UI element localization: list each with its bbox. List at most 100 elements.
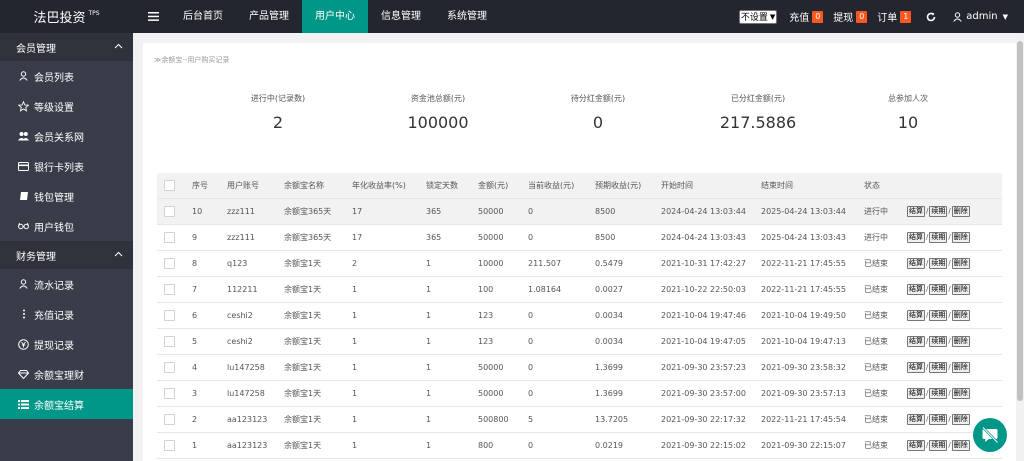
renew-button[interactable]: 续期 [929,439,948,451]
yen-icon [18,338,29,350]
settle-button[interactable]: 结算 [907,413,925,425]
sidebar-item-yuebao-finance[interactable]: 余额宝理财 [0,359,133,389]
page-scrollbar[interactable] [1016,33,1024,461]
sidebar-item-yuebao-settlement[interactable]: 余额宝结算 [0,389,133,419]
sidebar-item-bank-cards[interactable]: 银行卡列表 [0,151,133,181]
delete-button[interactable]: 删除 [951,361,970,373]
cell-status: 进行中 [857,198,900,225]
row-checkbox[interactable] [164,257,175,269]
renew-button[interactable]: 续期 [929,413,948,425]
cell-end-time: 2022-11-21 17:45:54 [754,406,857,433]
settle-button[interactable]: 结算 [907,387,925,399]
renew-button[interactable]: 续期 [929,309,948,321]
star-icon [18,100,29,112]
row-select-cell [157,432,185,459]
renew-button[interactable]: 续期 [929,283,948,295]
renew-button[interactable]: 续期 [929,361,948,373]
delete-button[interactable]: 删除 [951,205,970,217]
table-row[interactable]: 2 aa123123 余额宝1天 1 1 500800 5 13.7205 2021-09-30… [157,406,1002,433]
voice-select[interactable]: 不设置 ▼ [738,9,778,24]
stat-label: 已分红金额(元) [730,94,786,103]
cell-amount: 10000 [471,250,521,277]
renew-button[interactable]: 续期 [929,335,948,347]
cell-start-time: 2024-04-24 13:03:43 [654,224,754,251]
cell-lock-days: 365 [419,224,471,251]
row-checkbox[interactable] [164,413,175,425]
row-checkbox[interactable] [164,387,175,399]
row-checkbox[interactable] [164,283,175,295]
delete-button[interactable]: 删除 [951,439,970,451]
table-row[interactable]: 9 zzz111 余额宝365天 17 365 50000 0 8500 2024-04-24 … [157,224,1002,251]
renew-button[interactable]: 续期 [929,257,948,269]
cell-product: 余额宝1天 [277,276,345,303]
nav-info[interactable]: 信息管理 [368,0,434,33]
delete-button[interactable]: 删除 [951,309,970,321]
sidebar-item-member-network[interactable]: 会员关系网 [0,121,133,151]
sidebar-item-withdraw-records[interactable]: 提现记录 [0,329,133,359]
nav-system[interactable]: 系统管理 [434,0,500,33]
settle-button[interactable]: 结算 [907,257,925,269]
user-menu[interactable]: admin ▼ [953,11,1008,22]
table-row[interactable]: 1 aa123123 余额宝1天 1 1 800 0 0.0219 2021-09-30 22:… [157,432,1002,459]
table-row[interactable]: 4 lu147258 余额宝1天 1 1 50000 0 1.3699 2021-09-30 2… [157,354,1002,381]
scrollbar-thumb[interactable] [1017,41,1023,401]
cell-rate: 1 [345,380,419,407]
sidebar-group-finance[interactable]: 财务管理 [0,241,133,269]
renew-button[interactable]: 续期 [929,231,948,243]
sidebar-item-level-settings[interactable]: 等级设置 [0,91,133,121]
nav-home[interactable]: 后台首页 [170,0,236,33]
sidebar-item-user-wallet[interactable]: 用户钱包 [0,211,133,241]
sidebar-item-member-list[interactable]: 会员列表 [0,61,133,91]
settle-button[interactable]: 结算 [907,335,925,347]
table-row[interactable]: 3 lu147258 余额宝1天 1 1 50000 0 1.3699 2021-09-30 2… [157,380,1002,407]
nav-products[interactable]: 产品管理 [236,0,302,33]
content-card: ≫余额宝--用户购买记录 进行中(记录数) 2 资金池总额(元) 100000 … [143,43,1016,461]
sidebar-item-recharge-records[interactable]: 充值记录 [0,299,133,329]
refresh-icon[interactable] [921,0,941,33]
settle-button[interactable]: 结算 [907,205,925,217]
sidebar-group-members[interactable]: 会员管理 [0,33,133,61]
row-checkbox[interactable] [164,335,175,347]
recharge-link[interactable]: 充值 0 [789,9,824,24]
menu-toggle-icon[interactable] [140,0,166,33]
logo[interactable]: 法巴投资 TPS [0,0,133,33]
records-table: 序号 用户账号 余额宝名称 年化收益率(%) 锁定天数 金额(元) 当前收益(元… [157,173,1002,459]
action-separator: / [948,206,951,215]
cell-start-time: 2021-10-04 19:47:05 [654,328,754,355]
settle-button[interactable]: 结算 [907,439,925,451]
nav-user-center[interactable]: 用户中心 [302,0,368,33]
sidebar-item-wallet-mgmt[interactable]: 钱包管理 [0,181,133,211]
delete-button[interactable]: 删除 [951,283,970,295]
table-row[interactable]: 5 ceshi2 余额宝1天 1 1 123 0 0.0034 2021-10-04 19:47… [157,328,1002,355]
stat-in-progress: 进行中(记录数) 2 [203,93,353,132]
row-checkbox[interactable] [164,361,175,373]
sidebar-item-label: 会员列表 [34,72,74,84]
settle-button[interactable]: 结算 [907,231,925,243]
row-checkbox[interactable] [164,309,175,321]
delete-button[interactable]: 删除 [951,257,970,269]
row-checkbox[interactable] [164,231,175,243]
row-actions: 结算 / 续期 / 删除 [900,328,1002,355]
delete-button[interactable]: 删除 [951,387,970,399]
table-row[interactable]: 8 q123 余额宝1天 2 1 10000 211.507 0.5479 2021-10-31… [157,250,1002,277]
select-all-checkbox[interactable] [164,179,175,191]
withdraw-link[interactable]: 提现 0 [833,9,868,24]
row-checkbox[interactable] [164,205,175,217]
row-select-cell [157,354,185,381]
renew-button[interactable]: 续期 [929,387,948,399]
table-row[interactable]: 10 zzz111 余额宝365天 17 365 50000 0 8500 2024-04-24… [157,198,1002,225]
delete-button[interactable]: 删除 [951,413,970,425]
settle-button[interactable]: 结算 [907,283,925,295]
settle-button[interactable]: 结算 [907,309,925,321]
delete-button[interactable]: 删除 [951,335,970,347]
order-link[interactable]: 订单 1 [877,9,912,24]
delete-button[interactable]: 删除 [951,231,970,243]
cell-amount: 500800 [471,406,521,433]
floating-action-button[interactable] [973,418,1007,452]
sidebar-item-flow-records[interactable]: 流水记录 [0,269,133,299]
table-row[interactable]: 7 112211 余额宝1天 1 1 100 1.08164 0.0027 2021-10-22… [157,276,1002,303]
row-checkbox[interactable] [164,439,175,451]
renew-button[interactable]: 续期 [929,205,948,217]
table-row[interactable]: 6 ceshi2 余额宝1天 1 1 123 0 0.0034 2021-10-04 19:47… [157,302,1002,329]
settle-button[interactable]: 结算 [907,361,925,373]
